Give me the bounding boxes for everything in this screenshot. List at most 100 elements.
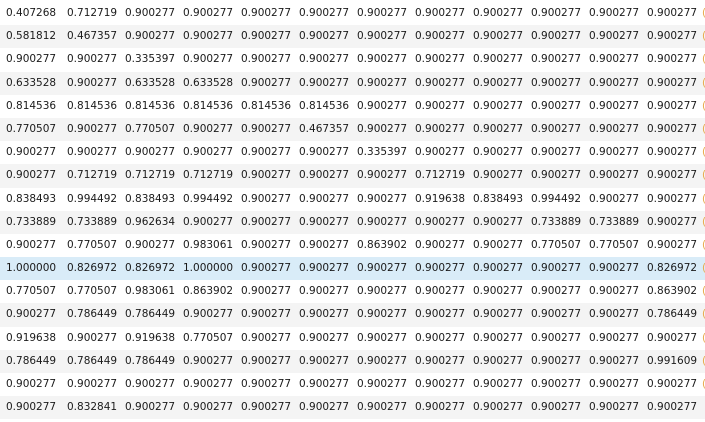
table-cell[interactable]: 0.900277: [352, 280, 410, 303]
table-cell[interactable]: 0.900277: [294, 350, 352, 373]
table-cell[interactable]: 0.900277: [584, 188, 642, 211]
table-row[interactable]: 0.633528 0.900277 0.633528 0.633528 0.900277…: [0, 71, 705, 95]
table-cell[interactable]: 0.900277: [584, 25, 642, 48]
table-row[interactable]: 0.900277 0.712719 0.712719 0.712719 0.900277…: [0, 164, 705, 188]
table-cell[interactable]: 0.900277: [178, 48, 236, 71]
table-cell[interactable]: 0.900277: [526, 164, 584, 187]
table-cell[interactable]: 0.900277: [0, 141, 62, 164]
table-cell[interactable]: 0.900277: [178, 2, 236, 25]
table-cell[interactable]: 0.900277: [352, 396, 410, 419]
table-cell[interactable]: 0.983061: [120, 280, 178, 303]
table-cell[interactable]: 0.900277: [120, 396, 178, 419]
table-cell[interactable]: 0.900277: [526, 280, 584, 303]
table-cell[interactable]: 0.900277: [294, 25, 352, 48]
table-cell[interactable]: 0.633528: [178, 72, 236, 95]
table-cell[interactable]: 0.900277: [642, 25, 700, 48]
table-cell[interactable]: 0.900277: [0, 48, 62, 71]
table-cell[interactable]: 0.900277: [178, 373, 236, 396]
table-row[interactable]: 0.733889 0.733889 0.962634 0.900277 0.900277…: [0, 210, 705, 234]
table-cell[interactable]: 0.900277: [468, 72, 526, 95]
table-cell[interactable]: 0.900277: [62, 141, 120, 164]
table-cell[interactable]: 0.900277: [526, 350, 584, 373]
table-cell[interactable]: 0.900277: [236, 72, 294, 95]
table-cell[interactable]: 0.900277: [352, 257, 410, 280]
table-cell[interactable]: 0.900277: [352, 350, 410, 373]
table-cell[interactable]: 0.900277: [236, 188, 294, 211]
table-cell[interactable]: 0.900277: [584, 48, 642, 71]
table-cell[interactable]: 0.733889: [0, 211, 62, 234]
table-cell[interactable]: 0.900277: [236, 396, 294, 419]
table-cell[interactable]: 0.900277: [62, 72, 120, 95]
table-row[interactable]: 0.900277 0.900277 0.335397 0.900277 0.900277…: [0, 48, 705, 72]
table-cell[interactable]: 0.900277: [642, 141, 700, 164]
table-cell[interactable]: 0.786449: [62, 350, 120, 373]
table-cell[interactable]: 0.900277: [352, 327, 410, 350]
table-cell[interactable]: 0.900277: [526, 95, 584, 118]
table-cell[interactable]: 0.900277: [468, 303, 526, 326]
table-row[interactable]: 0.900277 0.900277 0.900277 0.900277 0.900277…: [0, 373, 705, 397]
table-cell[interactable]: 0.919638: [410, 188, 468, 211]
table-cell[interactable]: 0.900277: [642, 95, 700, 118]
table-cell[interactable]: 0.900277: [526, 141, 584, 164]
table-cell[interactable]: 0.900277: [468, 141, 526, 164]
table-cell[interactable]: 0.900277: [236, 257, 294, 280]
table-cell[interactable]: 0.900277: [642, 164, 700, 187]
table-row[interactable]: 0.919638 0.900277 0.919638 0.770507 0.900277…: [0, 326, 705, 350]
table-cell[interactable]: 0.900277: [410, 327, 468, 350]
table-cell[interactable]: 0.900277: [236, 118, 294, 141]
table-cell[interactable]: 0.712719: [410, 164, 468, 187]
table-cell[interactable]: 0.900277: [178, 350, 236, 373]
table-cell[interactable]: 0.900277: [468, 25, 526, 48]
table-cell[interactable]: 0.900277: [236, 234, 294, 257]
table-cell[interactable]: 0.900277: [584, 95, 642, 118]
table-cell[interactable]: 0.770507: [0, 280, 62, 303]
table-cell[interactable]: 0.900277: [352, 164, 410, 187]
table-cell[interactable]: 0.733889: [584, 211, 642, 234]
table-cell[interactable]: 0.814536: [0, 95, 62, 118]
table-cell[interactable]: 0.900277: [526, 373, 584, 396]
table-row[interactable]: 0.900277 0.786449 0.786449 0.900277 0.900277…: [0, 303, 705, 327]
table-cell[interactable]: 0.919638: [120, 327, 178, 350]
table-cell[interactable]: 0.900277: [0, 234, 62, 257]
table-cell[interactable]: 0.919638: [0, 327, 62, 350]
table-cell[interactable]: 0.900277: [120, 373, 178, 396]
table-cell[interactable]: 0.900277: [352, 25, 410, 48]
table-cell[interactable]: 0.900277: [468, 2, 526, 25]
table-cell[interactable]: 0.838493: [120, 188, 178, 211]
table-cell[interactable]: 0.900277: [584, 164, 642, 187]
table-cell[interactable]: 0.900277: [584, 350, 642, 373]
table-cell[interactable]: 0.900277: [410, 95, 468, 118]
table-cell[interactable]: 0.900277: [236, 280, 294, 303]
table-cell[interactable]: 0.900277: [352, 72, 410, 95]
table-cell[interactable]: 1.000000: [0, 257, 62, 280]
table-cell[interactable]: 0.900277: [236, 141, 294, 164]
table-cell[interactable]: 0.826972: [120, 257, 178, 280]
table-row[interactable]: 0.900277 0.770507 0.900277 0.983061 0.900277…: [0, 233, 705, 258]
table-cell[interactable]: 0.900277: [294, 164, 352, 187]
table-cell[interactable]: 0.814536: [62, 95, 120, 118]
table-cell[interactable]: 0.826972: [642, 257, 700, 280]
table-cell[interactable]: 0.900277: [352, 303, 410, 326]
table-cell[interactable]: 0.900277: [352, 48, 410, 71]
table-cell[interactable]: 0.826972: [62, 257, 120, 280]
table-cell[interactable]: 0.712719: [120, 164, 178, 187]
table-cell[interactable]: 0.900277: [178, 303, 236, 326]
table-cell[interactable]: 0.335397: [352, 141, 410, 164]
table-cell[interactable]: 1.000000: [178, 257, 236, 280]
table-cell[interactable]: 0.900277: [410, 118, 468, 141]
table-cell[interactable]: 0.900277: [642, 234, 700, 257]
table-cell[interactable]: 0.900277: [294, 257, 352, 280]
table-cell[interactable]: 0.900277: [642, 211, 700, 234]
table-cell[interactable]: 0.900277: [468, 118, 526, 141]
table-cell[interactable]: 0.900277: [468, 396, 526, 419]
table-cell[interactable]: 0.991609: [642, 350, 700, 373]
table-cell[interactable]: 0.786449: [120, 303, 178, 326]
table-cell[interactable]: 0.900277: [0, 396, 62, 419]
table-cell[interactable]: 0.900277: [642, 373, 700, 396]
table-cell[interactable]: 0.467357: [62, 25, 120, 48]
table-cell[interactable]: 0.900277: [526, 25, 584, 48]
table-cell[interactable]: 0.900277: [584, 373, 642, 396]
table-cell[interactable]: 0.900277: [236, 373, 294, 396]
table-cell[interactable]: 0.900277: [410, 2, 468, 25]
table-row[interactable]: 0.407268 0.712719 0.900277 0.900277 0.900277…: [0, 2, 705, 26]
